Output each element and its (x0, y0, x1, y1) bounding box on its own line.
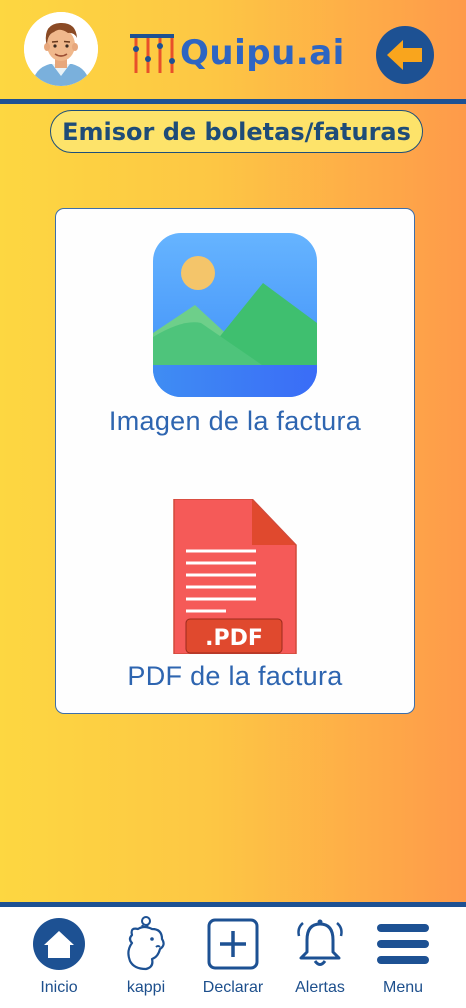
user-avatar-icon (24, 12, 98, 86)
nav-label-alertas: Alertas (295, 979, 345, 996)
option-pdf-invoice[interactable]: .PDF PDF de la factura (56, 459, 414, 715)
bottom-nav: Inicio kappi Declarar Alertas Menu (0, 907, 466, 1008)
arrow-left-icon (387, 40, 422, 70)
upload-options-card: Imagen de la factura .PDF PDF de la fact… (55, 208, 415, 714)
nav-item-inicio[interactable]: Inicio (14, 907, 104, 1008)
app-header: Quipu.ai (0, 0, 466, 104)
nav-item-declarar[interactable]: Declarar (188, 907, 278, 1008)
pdf-badge: .PDF (205, 625, 263, 651)
back-button[interactable] (376, 26, 434, 84)
nav-item-alertas[interactable]: Alertas (275, 907, 365, 1008)
plus-box-icon (207, 918, 259, 970)
hamburger-icon (377, 924, 429, 964)
page-title: Emisor de boletas/faturas (50, 110, 423, 153)
header-divider (0, 99, 466, 104)
option-image-label: Imagen de la factura (108, 406, 362, 436)
option-pdf-label: PDF de la factura (127, 661, 343, 691)
nav-label-kappi: kappi (126, 979, 166, 996)
home-icon (33, 918, 85, 970)
nav-label-menu: Menu (382, 979, 424, 996)
quipu-abacus-icon (130, 34, 175, 73)
nav-item-menu[interactable]: Menu (358, 907, 448, 1008)
page-title-text: Emisor de boletas/faturas (62, 117, 411, 146)
nav-item-kappi[interactable]: kappi (101, 907, 191, 1008)
capybara-icon (127, 916, 165, 971)
logo-text: Quipu.ai (180, 33, 345, 73)
bell-icon (297, 919, 343, 966)
user-avatar[interactable] (24, 12, 98, 86)
quipu-logo: Quipu.ai (128, 30, 345, 76)
image-icon (153, 233, 317, 397)
nav-label-declarar: Declarar (202, 979, 264, 996)
nav-label-inicio: Inicio (40, 979, 78, 996)
option-image-invoice[interactable]: Imagen de la factura (56, 209, 414, 459)
